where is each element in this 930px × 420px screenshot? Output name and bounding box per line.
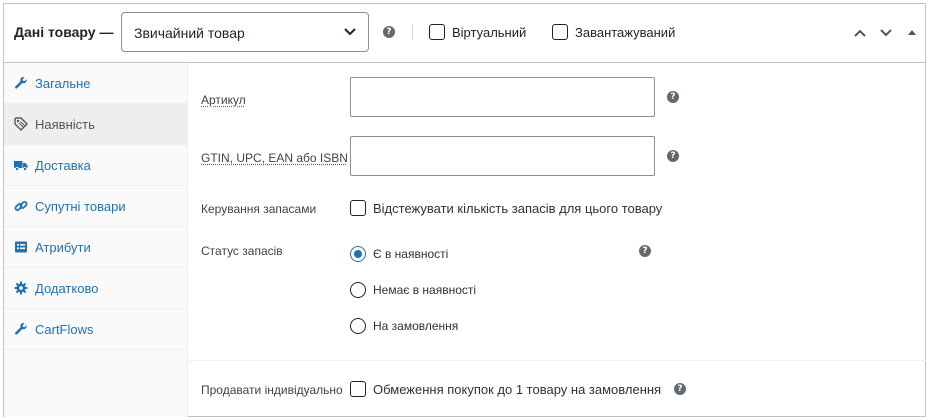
sold-individually-label: Продавати індивідуально (201, 383, 343, 397)
product-data-tabs: Загальне Наявність Доставка Супутні това… (4, 63, 188, 417)
header-divider (412, 24, 413, 40)
gtin-input[interactable] (350, 136, 655, 176)
stock-status-label: Статус запасів (201, 244, 283, 258)
panel-title: Дані товару — (14, 24, 114, 40)
tab-label: CartFlows (35, 322, 94, 337)
stock-status-instock-radio[interactable] (350, 246, 366, 262)
stock-status-option-label: Є в наявності (373, 247, 449, 261)
link-icon (14, 201, 28, 211)
list-icon (15, 241, 27, 253)
move-down-icon[interactable] (879, 28, 893, 38)
manage-stock-label: Керування запасами (201, 202, 317, 216)
wrench-icon (15, 77, 27, 89)
stock-status-outofstock-radio[interactable] (350, 282, 366, 298)
gear-icon (14, 281, 28, 295)
downloadable-checkbox[interactable] (552, 24, 568, 40)
tab-label: Додатково (35, 281, 99, 296)
stock-status-option-label: Немає в наявності (373, 283, 477, 297)
tab-linked-products[interactable]: Супутні товари (4, 186, 188, 227)
product-type-select[interactable]: Звичайний товар (121, 12, 369, 52)
tab-label: Супутні товари (35, 199, 126, 214)
tab-advanced[interactable]: Додатково (4, 268, 188, 309)
wrench-icon (15, 323, 27, 335)
gtin-label: GTIN, UPC, EAN або ISBN (201, 151, 348, 165)
tab-general[interactable]: Загальне (4, 63, 188, 104)
tab-label: Доставка (35, 158, 91, 173)
panel-header: Дані товару — Звичайний товар ? Віртуаль… (4, 4, 925, 63)
chevron-down-icon (344, 28, 356, 36)
product-type-value: Звичайний товар (134, 25, 245, 41)
downloadable-label: Завантажуваний (575, 25, 676, 40)
stock-status-option-label: На замовлення (373, 319, 459, 333)
tab-shipping[interactable]: Доставка (4, 145, 188, 186)
product-data-panel: Дані товару — Звичайний товар ? Віртуаль… (3, 3, 926, 417)
sold-individually-checkbox-label: Обмеження покупок до 1 товару на замовле… (373, 382, 662, 397)
manage-stock-checkbox[interactable] (350, 200, 366, 216)
tag-icon (14, 117, 28, 131)
help-icon[interactable]: ? (639, 245, 651, 257)
sold-individually-checkbox[interactable] (350, 381, 366, 397)
help-icon[interactable]: ? (383, 26, 395, 38)
tab-label: Атрибути (35, 240, 91, 255)
collapse-toggle-icon[interactable] (907, 28, 917, 36)
virtual-checkbox[interactable] (429, 24, 445, 40)
section-divider (189, 360, 926, 361)
help-icon[interactable]: ? (667, 91, 679, 103)
tab-label: Загальне (35, 76, 91, 91)
tab-label: Наявність (35, 117, 95, 132)
move-up-icon[interactable] (853, 28, 867, 38)
stock-status-backorder-radio[interactable] (350, 318, 366, 334)
sku-input[interactable] (350, 77, 655, 117)
tab-inventory[interactable]: Наявність (4, 104, 188, 145)
sku-label: Артикул (201, 93, 246, 107)
help-icon[interactable]: ? (667, 150, 679, 162)
virtual-label: Віртуальний (452, 25, 527, 40)
truck-icon (14, 161, 28, 171)
manage-stock-checkbox-label: Відстежувати кількість запасів для цього… (373, 201, 663, 216)
help-icon[interactable]: ? (674, 383, 686, 395)
tab-attributes[interactable]: Атрибути (4, 227, 188, 268)
tab-cartflows[interactable]: CartFlows (4, 309, 188, 350)
